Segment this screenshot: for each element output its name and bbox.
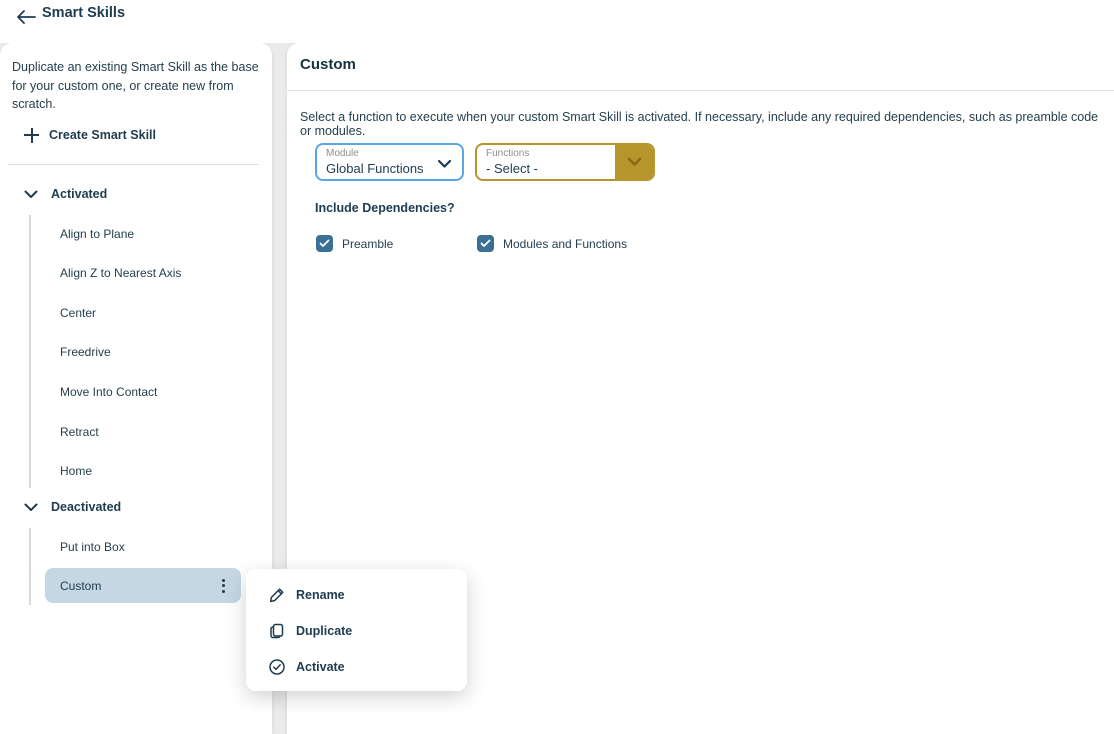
sidebar-divider xyxy=(8,164,258,165)
sidebar-description: Duplicate an existing Smart Skill as the… xyxy=(12,58,262,114)
main-description: Select a function to execute when your c… xyxy=(300,110,1110,138)
sidebar-item-move-into-contact[interactable]: Move Into Contact xyxy=(45,381,241,403)
preamble-checkbox-row: Preamble xyxy=(316,235,393,252)
context-menu: Rename Duplicate Activate xyxy=(246,569,467,691)
sidebar-item-align-to-plane[interactable]: Align to Plane xyxy=(45,223,241,245)
preamble-checkbox-label: Preamble xyxy=(342,237,393,251)
sidebar-item-home[interactable]: Home xyxy=(45,460,241,482)
indent-guide xyxy=(29,528,31,605)
check-icon xyxy=(480,239,491,248)
indent-guide xyxy=(29,215,31,488)
menu-item-duplicate[interactable]: Duplicate xyxy=(246,613,467,649)
modules-functions-checkbox-row: Modules and Functions xyxy=(477,235,627,252)
chevron-down-icon xyxy=(24,190,38,199)
kebab-menu-icon[interactable] xyxy=(213,574,233,598)
sidebar-item-freedrive[interactable]: Freedrive xyxy=(45,341,241,363)
chevron-down-icon xyxy=(437,156,452,174)
check-icon xyxy=(319,239,330,248)
section-header-deactivated[interactable]: Deactivated xyxy=(0,496,272,518)
check-circle-icon xyxy=(268,658,286,676)
main-title: Custom xyxy=(300,56,356,73)
functions-select[interactable]: Functions - Select - xyxy=(475,143,655,181)
module-select-value: Global Functions xyxy=(326,161,424,176)
functions-select-expand-button[interactable] xyxy=(615,145,653,179)
sidebar-item-center[interactable]: Center xyxy=(45,302,241,324)
section-header-activated[interactable]: Activated xyxy=(0,183,272,205)
back-button[interactable] xyxy=(12,4,40,30)
modules-and-functions-checkbox[interactable] xyxy=(477,235,494,252)
plus-icon xyxy=(24,128,39,143)
modules-and-functions-checkbox-label: Modules and Functions xyxy=(503,237,627,251)
sidebar-item-retract[interactable]: Retract xyxy=(45,421,241,443)
create-smart-skill-button[interactable]: Create Smart Skill xyxy=(24,121,156,149)
arrow-left-icon xyxy=(15,9,37,25)
topbar: Smart Skills xyxy=(0,0,1114,43)
sidebar-item-put-into-box[interactable]: Put into Box xyxy=(45,536,241,558)
sidebar-item-custom-selected[interactable]: Custom xyxy=(45,568,241,603)
main-divider xyxy=(287,90,1114,91)
preamble-checkbox[interactable] xyxy=(316,235,333,252)
include-dependencies-label: Include Dependencies? xyxy=(315,201,455,215)
module-select[interactable]: Module Global Functions xyxy=(315,143,464,181)
sidebar-item-align-z-to-nearest-axis[interactable]: Align Z to Nearest Axis xyxy=(45,262,241,284)
menu-item-activate[interactable]: Activate xyxy=(246,649,467,685)
duplicate-icon xyxy=(268,622,286,640)
sidebar: Duplicate an existing Smart Skill as the… xyxy=(0,43,272,734)
page-title: Smart Skills xyxy=(42,5,125,21)
chevron-down-icon xyxy=(24,503,38,512)
chevron-down-icon xyxy=(627,157,642,167)
menu-item-rename[interactable]: Rename xyxy=(246,577,467,613)
functions-select-value: - Select - xyxy=(486,161,538,176)
pencil-icon xyxy=(268,586,286,604)
